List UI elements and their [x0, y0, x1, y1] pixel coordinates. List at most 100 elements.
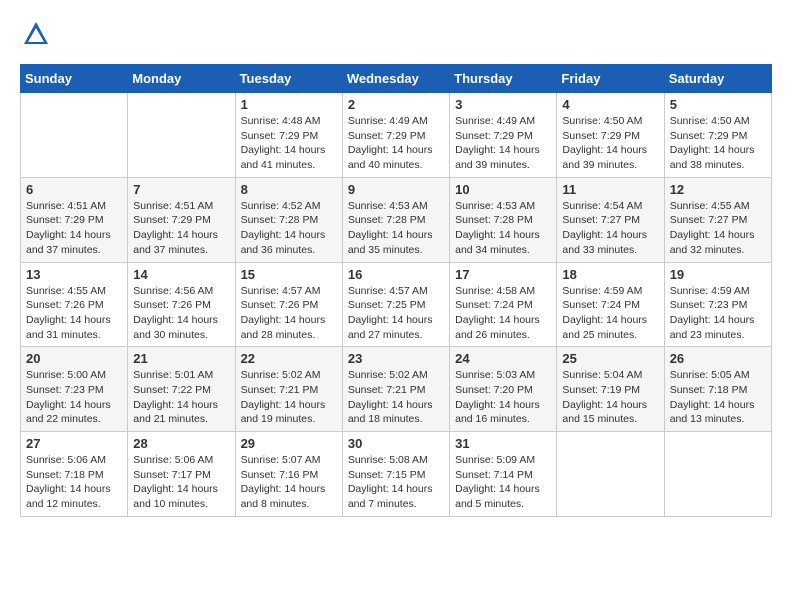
calendar-table: SundayMondayTuesdayWednesdayThursdayFrid…	[20, 64, 772, 517]
day-info: Sunrise: 4:49 AM Sunset: 7:29 PM Dayligh…	[455, 114, 551, 173]
day-number: 10	[455, 182, 551, 197]
day-info: Sunrise: 5:00 AM Sunset: 7:23 PM Dayligh…	[26, 368, 122, 427]
weekday-header-sunday: Sunday	[21, 65, 128, 93]
calendar-cell: 2 Sunrise: 4:49 AM Sunset: 7:29 PM Daylig…	[342, 93, 449, 178]
calendar-cell	[557, 432, 664, 517]
day-number: 18	[562, 267, 658, 282]
day-number: 22	[241, 351, 337, 366]
day-info: Sunrise: 4:53 AM Sunset: 7:28 PM Dayligh…	[348, 199, 444, 258]
calendar-cell: 23 Sunrise: 5:02 AM Sunset: 7:21 PM Dayli…	[342, 347, 449, 432]
day-number: 1	[241, 97, 337, 112]
calendar-cell: 28Sunrise: 5:06 AM Sunset: 7:17 PM Dayli…	[128, 432, 235, 517]
weekday-header-friday: Friday	[557, 65, 664, 93]
day-number: 7	[133, 182, 229, 197]
day-info: Sunrise: 4:54 AM Sunset: 7:27 PM Dayligh…	[562, 199, 658, 258]
calendar-cell: 20 Sunrise: 5:00 AM Sunset: 7:23 PM Dayli…	[21, 347, 128, 432]
day-number: 20	[26, 351, 122, 366]
day-number: 27	[26, 436, 122, 451]
day-number: 11	[562, 182, 658, 197]
calendar-cell: 3 Sunrise: 4:49 AM Sunset: 7:29 PM Daylig…	[450, 93, 557, 178]
weekday-header-thursday: Thursday	[450, 65, 557, 93]
day-info: Sunrise: 4:59 AM Sunset: 7:24 PM Dayligh…	[562, 284, 658, 343]
day-number: 3	[455, 97, 551, 112]
calendar-cell: 12 Sunrise: 4:55 AM Sunset: 7:27 PM Dayli…	[664, 177, 771, 262]
day-number: 30	[348, 436, 444, 451]
week-row-3: 13 Sunrise: 4:55 AM Sunset: 7:26 PM Dayli…	[21, 262, 772, 347]
day-number: 15	[241, 267, 337, 282]
week-row-4: 20 Sunrise: 5:00 AM Sunset: 7:23 PM Dayli…	[21, 347, 772, 432]
logo-icon	[22, 20, 50, 48]
day-number: 8	[241, 182, 337, 197]
calendar-cell: 9 Sunrise: 4:53 AM Sunset: 7:28 PM Daylig…	[342, 177, 449, 262]
day-number: 2	[348, 97, 444, 112]
calendar-cell: 18 Sunrise: 4:59 AM Sunset: 7:24 PM Dayli…	[557, 262, 664, 347]
day-info: Sunrise: 4:56 AM Sunset: 7:26 PM Dayligh…	[133, 284, 229, 343]
week-row-1: 1 Sunrise: 4:48 AM Sunset: 7:29 PM Daylig…	[21, 93, 772, 178]
calendar-cell: 4Sunrise: 4:50 AM Sunset: 7:29 PM Daylig…	[557, 93, 664, 178]
calendar-cell: 25Sunrise: 5:04 AM Sunset: 7:19 PM Dayli…	[557, 347, 664, 432]
day-info: Sunrise: 4:55 AM Sunset: 7:26 PM Dayligh…	[26, 284, 122, 343]
calendar-cell: 10 Sunrise: 4:53 AM Sunset: 7:28 PM Dayli…	[450, 177, 557, 262]
calendar-cell: 13 Sunrise: 4:55 AM Sunset: 7:26 PM Dayli…	[21, 262, 128, 347]
day-info: Sunrise: 5:02 AM Sunset: 7:21 PM Dayligh…	[348, 368, 444, 427]
calendar-cell	[664, 432, 771, 517]
day-info: Sunrise: 5:08 AM Sunset: 7:15 PM Dayligh…	[348, 453, 444, 512]
day-number: 24	[455, 351, 551, 366]
day-number: 23	[348, 351, 444, 366]
calendar-cell: 22 Sunrise: 5:02 AM Sunset: 7:21 PM Dayli…	[235, 347, 342, 432]
day-info: Sunrise: 4:55 AM Sunset: 7:27 PM Dayligh…	[670, 199, 766, 258]
calendar-cell: 29Sunrise: 5:07 AM Sunset: 7:16 PM Dayli…	[235, 432, 342, 517]
day-number: 4	[562, 97, 658, 112]
calendar-cell	[21, 93, 128, 178]
calendar-cell: 27 Sunrise: 5:06 AM Sunset: 7:18 PM Dayli…	[21, 432, 128, 517]
day-info: Sunrise: 5:03 AM Sunset: 7:20 PM Dayligh…	[455, 368, 551, 427]
day-info: Sunrise: 4:50 AM Sunset: 7:29 PM Dayligh…	[670, 114, 766, 173]
calendar-cell: 1 Sunrise: 4:48 AM Sunset: 7:29 PM Daylig…	[235, 93, 342, 178]
weekday-header-tuesday: Tuesday	[235, 65, 342, 93]
day-number: 9	[348, 182, 444, 197]
day-info: Sunrise: 5:02 AM Sunset: 7:21 PM Dayligh…	[241, 368, 337, 427]
day-info: Sunrise: 4:59 AM Sunset: 7:23 PM Dayligh…	[670, 284, 766, 343]
calendar-cell: 17Sunrise: 4:58 AM Sunset: 7:24 PM Dayli…	[450, 262, 557, 347]
day-info: Sunrise: 4:48 AM Sunset: 7:29 PM Dayligh…	[241, 114, 337, 173]
calendar-cell: 19Sunrise: 4:59 AM Sunset: 7:23 PM Dayli…	[664, 262, 771, 347]
page-header	[20, 20, 772, 54]
day-number: 17	[455, 267, 551, 282]
day-number: 21	[133, 351, 229, 366]
day-number: 31	[455, 436, 551, 451]
day-info: Sunrise: 5:01 AM Sunset: 7:22 PM Dayligh…	[133, 368, 229, 427]
weekday-header-wednesday: Wednesday	[342, 65, 449, 93]
day-number: 14	[133, 267, 229, 282]
weekday-header-saturday: Saturday	[664, 65, 771, 93]
calendar-cell: 5 Sunrise: 4:50 AM Sunset: 7:29 PM Daylig…	[664, 93, 771, 178]
day-info: Sunrise: 4:53 AM Sunset: 7:28 PM Dayligh…	[455, 199, 551, 258]
calendar-cell: 6 Sunrise: 4:51 AM Sunset: 7:29 PM Daylig…	[21, 177, 128, 262]
day-number: 6	[26, 182, 122, 197]
calendar-cell: 8Sunrise: 4:52 AM Sunset: 7:28 PM Daylig…	[235, 177, 342, 262]
day-number: 28	[133, 436, 229, 451]
calendar-cell: 16 Sunrise: 4:57 AM Sunset: 7:25 PM Dayli…	[342, 262, 449, 347]
day-info: Sunrise: 4:51 AM Sunset: 7:29 PM Dayligh…	[26, 199, 122, 258]
day-info: Sunrise: 5:05 AM Sunset: 7:18 PM Dayligh…	[670, 368, 766, 427]
calendar-cell: 30 Sunrise: 5:08 AM Sunset: 7:15 PM Dayli…	[342, 432, 449, 517]
day-info: Sunrise: 5:06 AM Sunset: 7:18 PM Dayligh…	[26, 453, 122, 512]
day-number: 16	[348, 267, 444, 282]
day-info: Sunrise: 4:49 AM Sunset: 7:29 PM Dayligh…	[348, 114, 444, 173]
calendar-cell: 15 Sunrise: 4:57 AM Sunset: 7:26 PM Dayli…	[235, 262, 342, 347]
day-number: 5	[670, 97, 766, 112]
day-number: 12	[670, 182, 766, 197]
day-number: 26	[670, 351, 766, 366]
calendar-cell: 11 Sunrise: 4:54 AM Sunset: 7:27 PM Dayli…	[557, 177, 664, 262]
calendar-cell: 26 Sunrise: 5:05 AM Sunset: 7:18 PM Dayli…	[664, 347, 771, 432]
day-info: Sunrise: 5:09 AM Sunset: 7:14 PM Dayligh…	[455, 453, 551, 512]
day-info: Sunrise: 4:51 AM Sunset: 7:29 PM Dayligh…	[133, 199, 229, 258]
day-info: Sunrise: 4:57 AM Sunset: 7:25 PM Dayligh…	[348, 284, 444, 343]
calendar-cell: 31 Sunrise: 5:09 AM Sunset: 7:14 PM Dayli…	[450, 432, 557, 517]
logo	[20, 20, 50, 54]
week-row-5: 27 Sunrise: 5:06 AM Sunset: 7:18 PM Dayli…	[21, 432, 772, 517]
calendar-cell: 21 Sunrise: 5:01 AM Sunset: 7:22 PM Dayli…	[128, 347, 235, 432]
day-info: Sunrise: 5:04 AM Sunset: 7:19 PM Dayligh…	[562, 368, 658, 427]
day-number: 13	[26, 267, 122, 282]
day-info: Sunrise: 5:07 AM Sunset: 7:16 PM Dayligh…	[241, 453, 337, 512]
day-info: Sunrise: 4:57 AM Sunset: 7:26 PM Dayligh…	[241, 284, 337, 343]
